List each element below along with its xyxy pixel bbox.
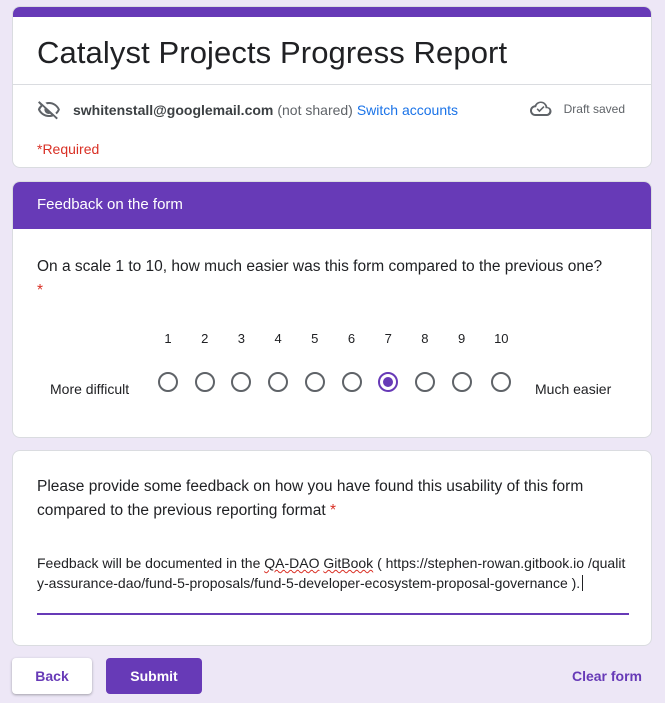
scale-number-1: 1 bbox=[164, 331, 172, 346]
scale-number-3: 3 bbox=[237, 331, 246, 346]
scale-number-9: 9 bbox=[457, 331, 466, 346]
not-shared-note: (not shared) bbox=[277, 102, 353, 118]
back-button[interactable]: Back bbox=[12, 658, 92, 694]
text-caret bbox=[582, 575, 584, 591]
scale-radio-5[interactable] bbox=[304, 372, 325, 392]
scale-high-label: Much easier bbox=[535, 381, 612, 397]
required-note: *Required bbox=[37, 141, 100, 157]
draft-status: Draft saved bbox=[529, 101, 625, 117]
switch-accounts-link[interactable]: Switch accounts bbox=[357, 102, 458, 118]
header-divider bbox=[13, 84, 651, 85]
answer-misspelled-word: QA-DAO bbox=[264, 555, 320, 571]
answer-misspelled-word: GitBook bbox=[323, 555, 374, 571]
scale-radio-4[interactable] bbox=[268, 372, 289, 392]
clear-form-button[interactable]: Clear form bbox=[560, 658, 654, 694]
account-email: swhitenstall@googlemail.com bbox=[73, 102, 274, 118]
answer-text-prefix: Feedback will be documented in the bbox=[37, 555, 265, 571]
scale-number-2: 2 bbox=[201, 331, 209, 346]
scale-radio-10[interactable] bbox=[491, 372, 512, 392]
scale-radio-8[interactable] bbox=[414, 372, 435, 392]
scale-number-10: 10 bbox=[494, 331, 509, 346]
cloud-check-icon bbox=[529, 101, 552, 116]
scale-number-8: 8 bbox=[421, 331, 429, 346]
feedback-question: Please provide some feedback on how you … bbox=[37, 475, 627, 523]
required-asterisk: * bbox=[329, 502, 336, 519]
section-card: Feedback on the form On a scale 1 to 10,… bbox=[12, 181, 652, 438]
submit-button[interactable]: Submit bbox=[106, 658, 202, 694]
scale-question: On a scale 1 to 10, how much easier was … bbox=[37, 255, 607, 303]
section-header: Feedback on the form bbox=[13, 182, 651, 229]
scale-number-5: 5 bbox=[311, 331, 319, 346]
scale-number-7: 7 bbox=[384, 331, 392, 346]
scale-question-text: On a scale 1 to 10, how much easier was … bbox=[37, 258, 603, 275]
form-title: Catalyst Projects Progress Report bbox=[37, 35, 508, 70]
feedback-answer-field[interactable]: Feedback will be documented in the QA-DA… bbox=[37, 553, 629, 615]
scale-radio-1[interactable] bbox=[158, 372, 178, 392]
scale-radio-9[interactable] bbox=[451, 372, 472, 392]
scale-number-6: 6 bbox=[347, 331, 356, 346]
scale-radio-2[interactable] bbox=[194, 372, 215, 392]
form-header-card: Catalyst Projects Progress Report swhite… bbox=[12, 6, 652, 168]
scale-number-4: 4 bbox=[274, 331, 282, 346]
eye-off-icon bbox=[37, 98, 61, 122]
scale-numbers: 1 2 3 4 5 6 7 8 9 10 bbox=[13, 331, 651, 349]
draft-status-text: Draft saved bbox=[563, 102, 625, 116]
feedback-question-text: Please provide some feedback on how you … bbox=[37, 478, 584, 519]
feedback-card: Please provide some feedback on how you … bbox=[12, 450, 652, 646]
required-asterisk: * bbox=[37, 282, 44, 299]
scale-radio-3[interactable] bbox=[231, 372, 252, 392]
scale-radio-6[interactable] bbox=[341, 372, 362, 392]
header-accent-bar bbox=[13, 7, 651, 17]
scale-radio-7[interactable] bbox=[378, 372, 399, 392]
